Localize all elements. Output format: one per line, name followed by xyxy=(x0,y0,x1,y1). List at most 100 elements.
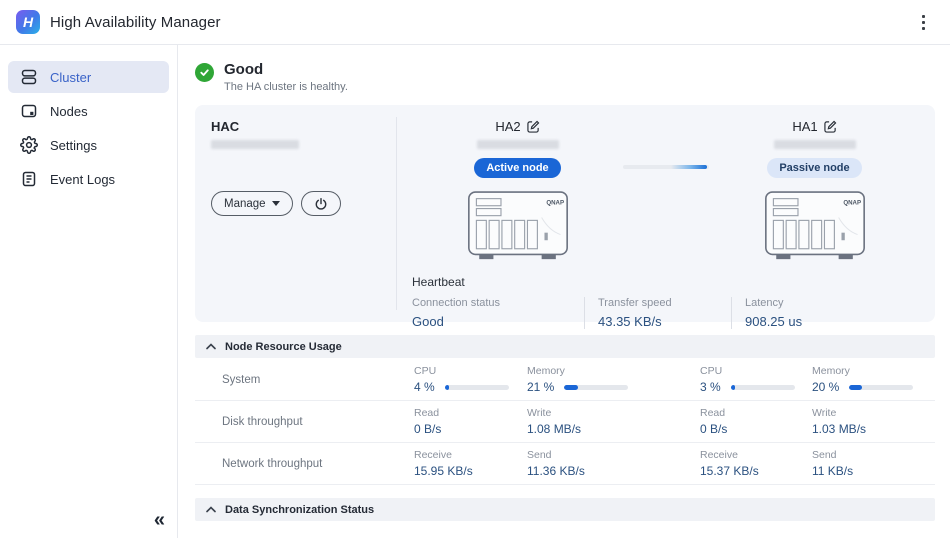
resource-usage-table: System CPU 4 % Memory 21 % CPU 3 % Memor… xyxy=(195,359,935,485)
table-row-disk-throughput: Disk throughput Read 0 B/s Write 1.08 MB… xyxy=(195,401,935,443)
node-resource-usage-header[interactable]: Node Resource Usage xyxy=(195,335,935,358)
logo-letter: H xyxy=(22,14,34,30)
svg-text:QNAP: QNAP xyxy=(546,199,564,206)
section-title: Data Synchronization Status xyxy=(225,503,375,516)
dropdown-caret-icon xyxy=(271,201,280,206)
manage-button[interactable]: Manage xyxy=(211,191,293,216)
chevron-up-icon xyxy=(206,343,216,350)
table-row-system: System CPU 4 % Memory 21 % CPU 3 % Memor… xyxy=(195,359,935,401)
row-label: Disk throughput xyxy=(222,415,303,428)
heartbeat-title: Heartbeat xyxy=(412,275,465,289)
cell-label: Write xyxy=(527,407,552,419)
metric-cell: Receive 15.37 KB/s xyxy=(700,449,812,478)
passive-node-badge: Passive node xyxy=(767,158,862,178)
sidebar-item-label: Event Logs xyxy=(50,171,116,187)
settings-icon xyxy=(20,136,38,154)
heartbeat-connection-status: Connection status Good xyxy=(412,297,584,329)
sidebar-item-label: Cluster xyxy=(50,69,92,85)
metric-value: 908.25 us xyxy=(745,314,803,329)
metric-cell: Write 1.08 MB/s xyxy=(527,407,700,436)
data-sync-status-header[interactable]: Data Synchronization Status xyxy=(195,498,935,521)
nodes-panel: HA2 Active node QNAP HA1 Passive node QN… xyxy=(397,117,935,329)
cluster-ip-redacted xyxy=(211,140,299,149)
cluster-card: HAC Manage HA2 Active node QNAP HA1 Pass… xyxy=(195,105,935,329)
cell-label: CPU xyxy=(414,365,437,377)
metric-cell: Write 1.03 MB/s xyxy=(812,407,935,436)
cell-value: 11.36 KB/s xyxy=(527,464,585,478)
node-name: HA2 xyxy=(495,119,521,134)
svg-text:QNAP: QNAP xyxy=(843,199,861,206)
cell-label: Read xyxy=(414,407,440,419)
metric-label: Transfer speed xyxy=(598,297,672,309)
sidebar-item-cluster[interactable]: Cluster xyxy=(8,61,169,93)
cluster-info-panel: HAC Manage xyxy=(195,117,397,310)
app-logo-icon: H xyxy=(16,10,40,34)
app-window: H High Availability Manager Cluster Node… xyxy=(0,0,950,538)
cell-label: Memory xyxy=(812,365,850,377)
edit-node-name-icon[interactable] xyxy=(823,120,837,133)
nas-device-image: QNAP xyxy=(467,191,568,260)
node-name: HA1 xyxy=(792,119,818,134)
metric-label: Connection status xyxy=(412,297,501,309)
cell-value: 11 KB/s xyxy=(812,464,854,478)
cell-label: Read xyxy=(700,407,726,419)
event-logs-icon xyxy=(20,170,38,188)
sidebar-item-event-logs[interactable]: Event Logs xyxy=(8,163,169,195)
status-description: The HA cluster is healthy. xyxy=(224,81,348,93)
node-active: HA2 Active node QNAP xyxy=(412,117,623,265)
sidebar-item-settings[interactable]: Settings xyxy=(8,129,169,161)
node-passive: HA1 Passive node QNAP xyxy=(709,117,920,265)
active-node-badge: Active node xyxy=(474,158,561,178)
cell-value: 21 % xyxy=(527,380,555,394)
transfer-flow-highlight xyxy=(670,165,707,169)
sidebar-item-label: Settings xyxy=(50,137,97,153)
metric-label: Latency xyxy=(745,297,784,309)
cell-value: 1.03 MB/s xyxy=(812,422,867,436)
nas-device-image: QNAP xyxy=(764,191,865,260)
power-icon xyxy=(315,197,326,210)
metric-cell: Read 0 B/s xyxy=(700,407,812,436)
sidebar-collapse-button[interactable]: « xyxy=(154,510,165,530)
heartbeat-latency: Latency 908.25 us xyxy=(731,297,802,329)
metric-value: Good xyxy=(412,314,444,329)
nodes-icon xyxy=(20,102,38,120)
sidebar-item-nodes[interactable]: Nodes xyxy=(8,95,169,127)
metric-value: 43.35 KB/s xyxy=(598,314,662,329)
cell-label: CPU xyxy=(700,365,723,377)
kebab-menu-icon[interactable] xyxy=(912,11,934,33)
cell-label: Receive xyxy=(414,449,452,461)
cpu-usage-meter xyxy=(730,384,795,390)
cell-label: Send xyxy=(812,449,837,461)
power-button[interactable] xyxy=(300,191,341,216)
metric-cell: Send 11.36 KB/s xyxy=(527,449,700,478)
cell-value: 20 % xyxy=(812,380,840,394)
app-header: H High Availability Manager xyxy=(0,0,950,45)
cell-value: 15.95 KB/s xyxy=(414,464,473,478)
edit-node-name-icon[interactable] xyxy=(526,120,540,133)
sidebar-item-label: Nodes xyxy=(50,103,88,119)
main-content: Good The HA cluster is healthy. HAC Mana… xyxy=(178,45,950,538)
heartbeat-transfer-speed: Transfer speed 43.35 KB/s xyxy=(584,297,731,329)
cell-value: 15.37 KB/s xyxy=(700,464,759,478)
cell-value: 3 % xyxy=(700,380,721,394)
health-check-icon xyxy=(195,63,214,82)
data-transfer-indicator xyxy=(623,165,709,169)
app-title: High Availability Manager xyxy=(50,13,221,31)
cell-label: Receive xyxy=(700,449,738,461)
cell-label: Write xyxy=(812,407,837,419)
metric-cell: Send 11 KB/s xyxy=(812,449,935,478)
manage-button-label: Manage xyxy=(224,197,266,210)
node-ip-redacted xyxy=(476,140,559,149)
cell-value: 1.08 MB/s xyxy=(527,422,582,436)
cluster-name: HAC xyxy=(211,119,240,134)
chevron-up-icon xyxy=(206,506,216,513)
metric-cell: CPU 4 % xyxy=(414,365,527,394)
cluster-icon xyxy=(20,68,38,86)
memory-usage-meter xyxy=(564,384,629,390)
metric-cell: Memory 20 % xyxy=(812,365,935,394)
metric-cell: Receive 15.95 KB/s xyxy=(414,449,527,478)
node-ip-redacted xyxy=(773,140,856,149)
status-title: Good xyxy=(224,61,264,78)
cpu-usage-meter xyxy=(444,384,509,390)
table-row-network-throughput: Network throughput Receive 15.95 KB/s Se… xyxy=(195,443,935,485)
